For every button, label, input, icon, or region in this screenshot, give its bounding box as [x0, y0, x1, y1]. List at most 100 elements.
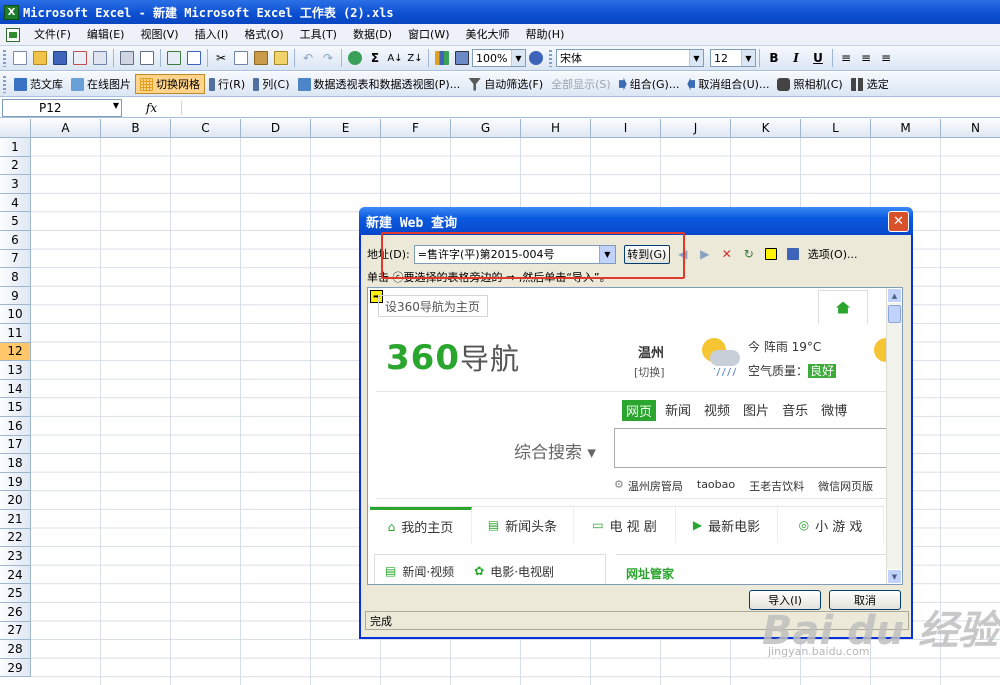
hotword-link[interactable]: 温州房管局 [628, 478, 683, 494]
cut-icon[interactable]: ✂ [211, 48, 231, 68]
city-switch-link[interactable]: [切换] [634, 364, 665, 380]
menu-file[interactable]: 文件(F) [26, 25, 79, 45]
hotword-link[interactable]: taobao [697, 478, 735, 494]
row-header[interactable]: 20 [0, 491, 31, 510]
sort-descending-icon[interactable]: Z↓ [405, 48, 425, 68]
gear-icon[interactable]: ⚙ [614, 478, 624, 494]
undo-icon[interactable]: ↶ [298, 48, 318, 68]
help-icon[interactable] [526, 48, 546, 68]
column-header[interactable]: K [731, 119, 801, 138]
row-header[interactable]: 24 [0, 565, 31, 585]
scroll-thumb[interactable] [888, 305, 901, 323]
column-header[interactable]: M [871, 119, 941, 138]
column-header[interactable]: D [241, 119, 311, 138]
row-header[interactable]: 7 [0, 249, 31, 269]
template-library-button[interactable]: 范文库 [10, 74, 67, 94]
chevron-down-icon[interactable]: ▼ [741, 50, 755, 66]
menu-window[interactable]: 窗口(W) [400, 25, 457, 45]
toolbar-grip[interactable] [3, 75, 6, 93]
new-file-icon[interactable] [10, 48, 30, 68]
italic-button[interactable]: I [785, 48, 807, 68]
row-header[interactable]: 1 [0, 138, 31, 157]
copy-icon[interactable] [231, 48, 251, 68]
tab-games[interactable]: ◎ 小 游 戏 [778, 507, 884, 543]
tab-news[interactable]: 新闻 [665, 400, 691, 421]
menu-view[interactable]: 视图(V) [132, 25, 186, 45]
menu-edit[interactable]: 编辑(E) [79, 25, 133, 45]
redo-icon[interactable]: ↷ [318, 48, 338, 68]
open-folder-icon[interactable] [30, 48, 50, 68]
row-header[interactable]: 27 [0, 621, 31, 641]
drawing-icon[interactable] [452, 48, 472, 68]
column-header[interactable]: L [801, 119, 871, 138]
menu-data[interactable]: 数据(D) [345, 25, 400, 45]
tab-images[interactable]: 图片 [743, 400, 769, 421]
menu-insert[interactable]: 插入(I) [187, 25, 237, 45]
toggle-grid-button[interactable]: 切换网格 [135, 74, 205, 94]
print-icon[interactable] [117, 48, 137, 68]
menu-format[interactable]: 格式(O) [236, 25, 291, 45]
tab-webpage[interactable]: 网页 [622, 400, 657, 421]
workbook-icon[interactable] [6, 27, 20, 42]
autofilter-button[interactable]: 自动筛选(F) [464, 74, 547, 94]
autosum-icon[interactable]: Σ [365, 48, 385, 68]
search-input[interactable] [614, 428, 894, 468]
options-button[interactable]: 选项(O)... [808, 246, 858, 262]
chevron-down-icon[interactable]: ▼ [598, 245, 615, 263]
column-header[interactable]: B [101, 119, 171, 138]
underline-button[interactable]: U [807, 48, 829, 68]
align-center-icon[interactable]: ≡ [856, 48, 876, 68]
fx-icon[interactable]: fx [122, 100, 182, 115]
hide-icons-icon[interactable] [762, 245, 780, 263]
select-button[interactable]: 选定 [847, 74, 893, 94]
row-header[interactable]: 4 [0, 193, 31, 213]
row-header[interactable]: 17 [0, 435, 31, 455]
row-header[interactable]: 5 [0, 212, 31, 231]
show-all-button[interactable]: 全部显示(S) [547, 74, 615, 94]
row-header[interactable]: 23 [0, 547, 31, 566]
toolbar-grip[interactable] [3, 49, 6, 67]
row-header[interactable]: 12 [0, 342, 31, 362]
row-header[interactable]: 22 [0, 528, 31, 548]
column-header[interactable]: N [941, 119, 1000, 138]
tab-headlines[interactable]: ▤ 新闻头条 [472, 507, 574, 543]
column-header[interactable]: A [31, 119, 101, 138]
print-preview-icon[interactable] [137, 48, 157, 68]
search-type-select[interactable]: 综合搜索 ▾ [514, 438, 596, 463]
tab-my-home[interactable]: ⌂ 我的主页 [370, 507, 472, 543]
row-header[interactable]: 3 [0, 175, 31, 194]
chart-wizard-icon[interactable] [432, 48, 452, 68]
site-logo[interactable]: 360导航 [386, 336, 520, 378]
row-header[interactable]: 15 [0, 398, 31, 417]
row-header[interactable]: 6 [0, 231, 31, 250]
menu-tools[interactable]: 工具(T) [292, 25, 345, 45]
column-header[interactable]: I [591, 119, 661, 138]
insert-column-button[interactable]: 列(C) [249, 74, 293, 94]
refresh-icon[interactable]: ↻ [740, 245, 758, 263]
hyperlink-icon[interactable] [345, 48, 365, 68]
column-header[interactable]: C [171, 119, 241, 138]
row-header[interactable]: 14 [0, 379, 31, 399]
online-image-button[interactable]: 在线图片 [67, 74, 135, 94]
save-icon[interactable] [50, 48, 70, 68]
stop-icon[interactable]: ✕ [718, 245, 736, 263]
back-icon[interactable]: ◀ [674, 245, 692, 263]
forward-icon[interactable]: ▶ [696, 245, 714, 263]
row-header[interactable]: 26 [0, 603, 31, 622]
row-header[interactable]: 10 [0, 305, 31, 324]
scroll-down-icon[interactable]: ▼ [887, 569, 902, 584]
save-query-icon[interactable] [784, 245, 802, 263]
insert-row-button[interactable]: 行(R) [205, 74, 249, 94]
ungroup-button[interactable]: 取消组合(U)... [683, 74, 773, 94]
goto-button[interactable]: 转到(G) [623, 244, 670, 264]
row-header[interactable]: 8 [0, 268, 31, 287]
address-input[interactable]: =售许字(平)第2015-004号 ▼ [413, 244, 616, 264]
column-header[interactable]: F [381, 119, 451, 138]
column-header[interactable]: J [661, 119, 731, 138]
close-icon[interactable]: ✕ [888, 211, 909, 232]
formula-input[interactable] [182, 99, 1000, 117]
bold-button[interactable]: B [763, 48, 785, 68]
name-box[interactable]: P12 ▼ [2, 98, 122, 117]
vertical-scrollbar[interactable]: ▲ ▼ [886, 288, 902, 584]
row-header[interactable]: 9 [0, 286, 31, 306]
